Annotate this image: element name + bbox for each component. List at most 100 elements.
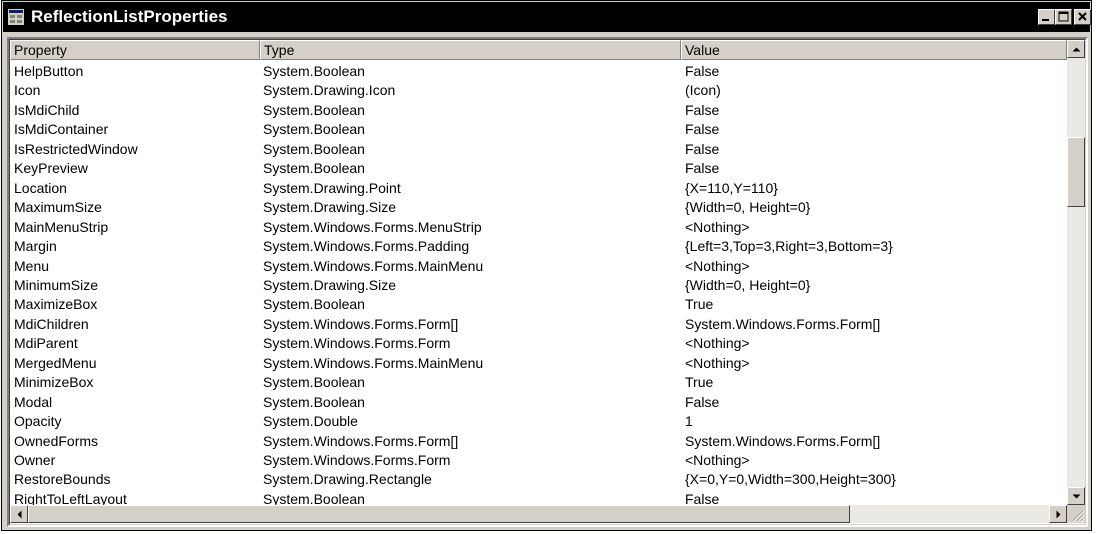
property-list[interactable]: Property Type Value HelpButton System.Boo… (7, 37, 1088, 527)
table-row[interactable]: Icon System.Drawing.Icon (Icon) (10, 81, 1067, 100)
type-cell: System.Boolean (263, 160, 365, 177)
table-row[interactable]: IsRestrictedWindow System.Boolean False (10, 140, 1067, 159)
property-cell: Location (14, 179, 67, 196)
table-row[interactable]: MinimizeBox System.Boolean True (10, 373, 1067, 392)
horizontal-scroll-thumb[interactable] (28, 505, 850, 523)
table-row[interactable]: Menu System.Windows.Forms.MainMenu <Nothin… (10, 257, 1067, 276)
table-row[interactable]: Opacity System.Double 1 (10, 412, 1067, 431)
table-row[interactable]: OwnedForms System.Windows.Forms.Form[] Sys… (10, 432, 1067, 451)
type-cell: System.Boolean (263, 393, 365, 410)
property-cell: Opacity (14, 413, 62, 430)
table-row[interactable]: KeyPreview System.Boolean False (10, 159, 1067, 178)
vertical-scrollbar[interactable] (1067, 40, 1085, 505)
value-cell: 1 (685, 413, 693, 430)
table-row[interactable]: HelpButton System.Boolean False (10, 62, 1067, 81)
type-cell: System.Boolean (263, 63, 365, 79)
value-cell: False (685, 121, 720, 138)
maximize-button[interactable] (1055, 9, 1072, 25)
column-header-value[interactable]: Value (681, 40, 1067, 60)
title-bar[interactable]: ReflectionListProperties (3, 2, 1091, 32)
property-cell: KeyPreview (14, 160, 88, 177)
minimize-icon (1042, 19, 1049, 21)
table-row[interactable]: Location System.Drawing.Point {X=110,Y=110… (10, 179, 1067, 198)
close-button[interactable] (1074, 9, 1091, 25)
value-cell: False (685, 140, 720, 157)
table-row[interactable]: IsMdiContainer System.Boolean False (10, 120, 1067, 139)
property-cell: IsMdiContainer (14, 121, 109, 138)
horizontal-scrollbar[interactable] (10, 505, 1067, 523)
value-cell: {Width=0, Height=0} (685, 276, 811, 293)
table-row[interactable]: MdiParent System.Windows.Forms.Form <Nothi… (10, 334, 1067, 353)
type-cell: System.Drawing.Rectangle (263, 471, 432, 488)
scroll-right-button[interactable] (1049, 505, 1067, 523)
property-cell: Margin (14, 238, 57, 255)
value-cell: False (685, 393, 720, 410)
value-cell: <Nothing> (685, 335, 750, 352)
property-cell: IsRestrictedWindow (14, 140, 138, 157)
value-cell: False (685, 101, 720, 118)
table-row[interactable]: MinimumSize System.Drawing.Size {Width=0, … (10, 276, 1067, 295)
table-row[interactable]: MaximumSize System.Drawing.Size {Width=0, … (10, 198, 1067, 217)
value-cell: <Nothing> (685, 354, 750, 371)
vertical-scroll-thumb[interactable] (1067, 136, 1085, 207)
value-cell: (Icon) (685, 82, 721, 99)
property-cell: Modal (14, 393, 53, 410)
type-cell: System.Windows.Forms.Form (263, 452, 451, 468)
window: ReflectionListProperties Property Type V… (1, 0, 1092, 531)
type-cell: System.Boolean (263, 296, 365, 313)
property-cell: MaximumSize (14, 199, 102, 216)
size-grip[interactable] (1067, 505, 1085, 523)
value-cell: {Width=0, Height=0} (685, 199, 811, 216)
maximize-icon (1058, 11, 1069, 22)
type-cell: System.Windows.Forms.MainMenu (263, 257, 484, 274)
table-row[interactable]: RestoreBounds System.Drawing.Rectangle {X=… (10, 470, 1067, 489)
column-header-type[interactable]: Type (260, 40, 681, 60)
table-row[interactable]: MainMenuStrip System.Windows.Forms.MenuSt… (10, 218, 1067, 237)
type-cell: System.Windows.Forms.Form[] (263, 432, 459, 449)
table-row[interactable]: MdiChildren System.Windows.Forms.Form[] Sy… (10, 315, 1067, 334)
arrow-up-icon (1072, 47, 1081, 52)
property-cell: MinimizeBox (14, 374, 94, 391)
value-cell: <Nothing> (685, 452, 750, 468)
value-cell: {Left=3,Top=3,Right=3,Bottom=3} (685, 238, 893, 255)
scroll-left-button[interactable] (10, 505, 28, 523)
table-row[interactable]: Owner System.Windows.Forms.Form <Nothing> (10, 451, 1067, 470)
type-cell: System.Boolean (263, 374, 365, 391)
column-header-row: Property Type Value (10, 40, 1067, 60)
column-header-property[interactable]: Property (10, 40, 260, 60)
property-cell: HelpButton (14, 63, 84, 79)
scroll-up-button[interactable] (1067, 40, 1085, 58)
value-cell: {X=110,Y=110} (685, 179, 778, 196)
type-cell: System.Boolean (263, 121, 365, 138)
type-cell: System.Windows.Forms.MenuStrip (263, 218, 482, 235)
table-row[interactable]: Margin System.Windows.Forms.Padding {Left=… (10, 237, 1067, 256)
arrow-down-icon (1072, 494, 1081, 499)
type-cell: System.Boolean (263, 140, 365, 157)
value-cell: {X=0,Y=0,Width=300,Height=300} (685, 471, 896, 488)
minimize-button[interactable] (1038, 9, 1055, 25)
type-cell: System.Windows.Forms.Form (263, 335, 451, 352)
property-cell: MinimumSize (14, 276, 99, 293)
table-row[interactable]: MaximizeBox System.Boolean True (10, 295, 1067, 314)
scroll-down-button[interactable] (1067, 487, 1085, 505)
table-row[interactable]: Modal System.Boolean False (10, 393, 1067, 412)
property-cell: MdiParent (14, 335, 78, 352)
table-row[interactable]: MergedMenu System.Windows.Forms.MainMenu <… (10, 354, 1067, 373)
type-cell: System.Drawing.Icon (263, 82, 396, 99)
property-cell: IsMdiChild (14, 101, 80, 118)
arrow-left-icon (17, 510, 22, 519)
property-cell: MergedMenu (14, 354, 97, 371)
table-row[interactable]: IsMdiChild System.Boolean False (10, 101, 1067, 120)
window-title: ReflectionListProperties (31, 7, 228, 26)
close-icon (1078, 12, 1087, 21)
type-cell: System.Drawing.Point (263, 179, 401, 196)
type-cell: System.Boolean (263, 101, 365, 118)
value-cell: <Nothing> (685, 257, 750, 274)
property-cell: Menu (14, 257, 50, 274)
value-cell: True (685, 374, 714, 391)
value-cell: False (685, 160, 720, 177)
value-cell: <Nothing> (685, 218, 750, 235)
type-cell: System.Windows.Forms.MainMenu (263, 354, 484, 371)
property-cell: Icon (14, 82, 41, 99)
type-cell: System.Double (263, 413, 358, 430)
